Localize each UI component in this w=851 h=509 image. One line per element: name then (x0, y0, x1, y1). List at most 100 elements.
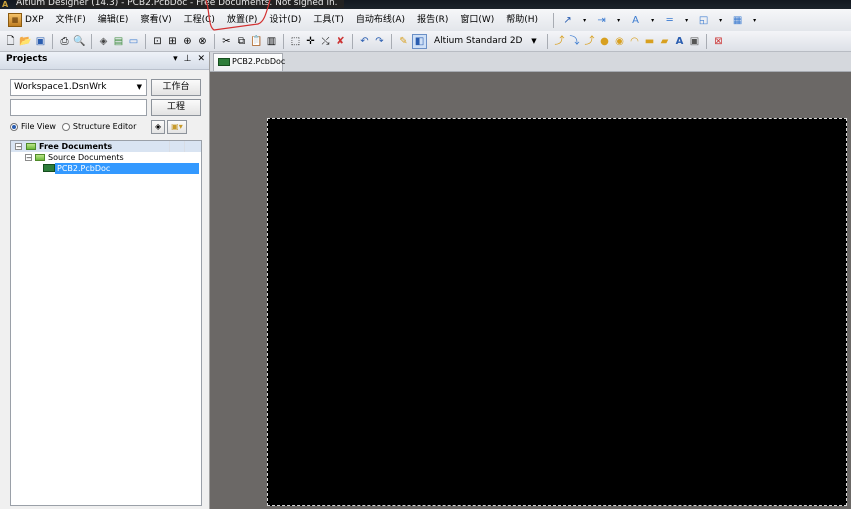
keepout-icon[interactable]: ⊠ (712, 35, 725, 48)
rubber-stamp-icon[interactable]: ▥ (265, 35, 278, 48)
string-icon[interactable]: A (673, 35, 686, 48)
separator (553, 12, 555, 28)
title-bar: A Altium Designer (14.3) - PCB2.PcbDoc -… (0, 0, 851, 9)
pcb-document-icon (218, 58, 230, 66)
menu-project[interactable]: 工程(C) (178, 12, 221, 28)
collapse-icon[interactable]: − (25, 154, 32, 162)
menu-design[interactable]: 设计(D) (263, 12, 307, 28)
copy-icon[interactable]: ⧉ (235, 35, 248, 48)
tree-column (169, 141, 170, 152)
select-area-icon[interactable]: ⬚ (289, 35, 302, 48)
menu-window[interactable]: 窗口(W) (454, 12, 500, 28)
arc-icon[interactable]: ◠ (628, 35, 641, 48)
board-icon[interactable]: ▭ (127, 35, 140, 48)
polygon-icon[interactable]: ▰ (658, 35, 671, 48)
tree-label: Source Documents (48, 153, 124, 162)
view-radio-row: File View Structure Editor (10, 122, 136, 131)
line-tool-icon[interactable]: ═ (663, 14, 676, 27)
new-file-icon[interactable]: 🗋 (4, 35, 17, 48)
structure-editor-label: Structure Editor (72, 122, 137, 131)
diff-pair-icon[interactable]: ⤵ (568, 35, 581, 48)
dropdown-arrow-icon[interactable]: ▾ (680, 14, 693, 27)
tree-column (184, 141, 185, 152)
document-tabstrip: PCB2.PcbDoc (210, 52, 851, 72)
redo-icon[interactable]: ↷ (373, 35, 386, 48)
tree-item-pcb-document[interactable]: PCB2.PcbDoc (11, 163, 201, 174)
dropdown-arrow-icon[interactable]: ▾ (714, 14, 727, 27)
view-2d-icon[interactable]: ◧ (412, 33, 427, 49)
pad-icon[interactable]: ● (598, 35, 611, 48)
via-icon[interactable]: ◉ (613, 35, 626, 48)
align-icon[interactable]: ⇥ (595, 14, 608, 27)
project-combo[interactable] (10, 99, 147, 116)
menu-dxp[interactable]: ▦ DXP (0, 12, 50, 28)
workspace-combo-value: Workspace1.DsnWrk (14, 82, 107, 92)
pcb-editor-workspace[interactable] (210, 72, 851, 509)
dropdown-arrow-icon[interactable]: ▾ (646, 14, 659, 27)
dropdown-arrow-icon[interactable]: ▾ (612, 14, 625, 27)
tree-item-source-documents[interactable]: − Source Documents (11, 152, 201, 163)
menu-bar: ▦ DXP 文件(F) 编辑(E) 察看(V) 工程(C) 放置(P) 设计(D… (0, 9, 851, 32)
save-icon[interactable]: ▣ (34, 35, 47, 48)
room-icon[interactable]: ◱ (697, 14, 710, 27)
open-folder-icon[interactable]: 📂 (19, 35, 32, 48)
print-preview-icon[interactable]: 🔍 (73, 35, 86, 48)
menu-reports[interactable]: 报告(R) (411, 12, 454, 28)
highlight-icon[interactable]: ✎ (397, 35, 410, 48)
menu-tools[interactable]: 工具(T) (307, 12, 350, 28)
view-mode-select[interactable]: Altium Standard 2D ▼ (432, 34, 539, 49)
zoom-area-icon[interactable]: ⊞ (166, 35, 179, 48)
menu-place[interactable]: 放置(P) (221, 12, 263, 28)
menu-autoroute[interactable]: 自动布线(A) (350, 12, 411, 28)
structure-editor-radio[interactable] (61, 122, 70, 131)
print-icon[interactable]: ⎙ (58, 35, 71, 48)
zoom-fit-icon[interactable]: ⊡ (151, 35, 164, 48)
route-icon[interactable]: ⤴ (553, 35, 566, 48)
tree-item-free-documents[interactable]: − Free Documents (11, 141, 201, 152)
separator (352, 33, 353, 49)
panel-menu-icon[interactable]: ▾ (173, 54, 178, 64)
tree-label: Free Documents (39, 142, 113, 151)
fill-icon[interactable]: ▬ (643, 35, 656, 48)
dropdown-arrow-icon[interactable]: ▾ (748, 14, 761, 27)
file-view-radio[interactable] (10, 122, 18, 131)
layers-icon[interactable]: ◈ (97, 35, 110, 48)
pcb-board-area[interactable] (267, 118, 847, 506)
menu-view[interactable]: 察看(V) (134, 12, 177, 28)
menu-help[interactable]: 帮助(H) (500, 12, 544, 28)
menu-edit[interactable]: 编辑(E) (92, 12, 135, 28)
paste-icon[interactable]: 📋 (250, 35, 263, 48)
zoom-filter-icon[interactable]: ⊗ (196, 35, 209, 48)
project-button[interactable]: 工程 (151, 99, 201, 116)
clear-selection-icon[interactable]: ✘ (334, 35, 347, 48)
move-icon[interactable]: ✛ (304, 35, 317, 48)
text-tool-icon[interactable]: A (629, 14, 642, 27)
separator (547, 33, 548, 49)
chevron-down-icon: ▼ (136, 83, 142, 91)
layers-button-icon[interactable]: ◈ (151, 120, 166, 134)
close-icon[interactable]: ✕ (197, 54, 205, 64)
document-options-icon[interactable]: ▣▾ (167, 120, 187, 134)
tab-label: PCB2.PcbDoc (232, 57, 286, 66)
file-view-label: File View (21, 122, 56, 131)
pin-icon[interactable]: ⊥ (184, 54, 192, 64)
undo-icon[interactable]: ↶ (358, 35, 371, 48)
menu-file[interactable]: 文件(F) (50, 12, 92, 28)
collapse-icon[interactable]: − (15, 143, 22, 151)
standard-toolbar: 🗋 📂 ▣ ⎙ 🔍 ◈ ▤ ▭ ⊡ ⊞ ⊕ ⊗ ✂ ⧉ 📋 ▥ ⬚ ✛ ⤯ ✘ … (0, 31, 851, 52)
zoom-selected-icon[interactable]: ⊕ (181, 35, 194, 48)
workspace-button[interactable]: 工作台 (151, 79, 201, 96)
multi-route-icon[interactable]: ⤴ (583, 35, 596, 48)
interactive-route-icon[interactable]: ↗ (561, 14, 574, 27)
workspace-combo[interactable]: Workspace1.DsnWrk ▼ (10, 79, 147, 96)
grid-icon[interactable]: ▦ (731, 14, 744, 27)
workspace-row: Workspace1.DsnWrk ▼ 工作台 (10, 79, 201, 96)
panel-title: Projects (6, 54, 48, 64)
library-icon[interactable]: ▤ (112, 35, 125, 48)
cut-icon[interactable]: ✂ (220, 35, 233, 48)
tab-pcb2[interactable]: PCB2.PcbDoc (213, 53, 286, 71)
deselect-icon[interactable]: ⤯ (319, 35, 332, 48)
dropdown-arrow-icon[interactable]: ▾ (578, 14, 591, 27)
separator (145, 33, 146, 49)
component-icon[interactable]: ▣ (688, 35, 701, 48)
